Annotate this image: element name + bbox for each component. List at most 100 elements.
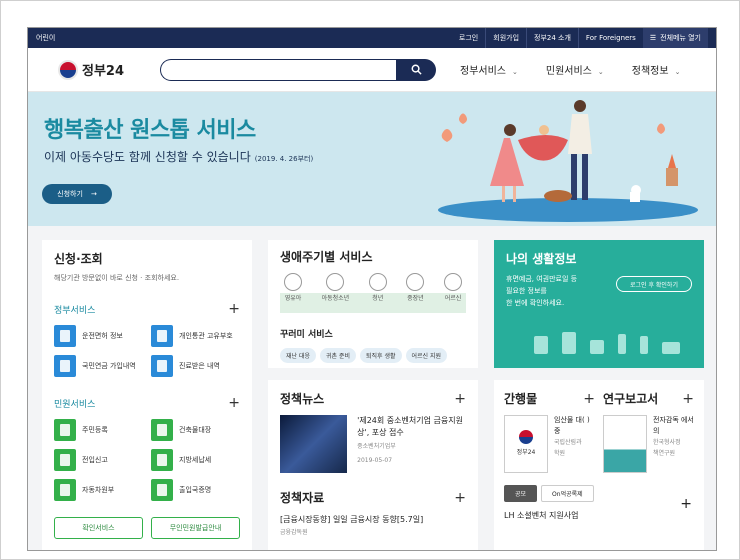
all-menu-button[interactable]: ☰ 전체메뉴 열기 bbox=[642, 28, 708, 48]
life-info-icons bbox=[534, 332, 680, 354]
car-icon bbox=[54, 325, 76, 347]
kids-link[interactable]: 어린이 bbox=[36, 33, 55, 43]
tab-contest[interactable]: 공모 bbox=[504, 485, 538, 502]
passport-icon bbox=[151, 479, 173, 501]
search-button[interactable] bbox=[396, 58, 436, 81]
id-card-icon bbox=[151, 325, 173, 347]
login-link[interactable]: 로그인 bbox=[452, 28, 485, 48]
banner-date: (2019. 4. 26부터) bbox=[254, 155, 314, 163]
news-date: 2019-05-07 bbox=[357, 457, 393, 464]
publications-panel: 간행물 + 정부24 임산물 대( )중 국립산림과 학원 연구보고서 + 전자감독 에… bbox=[494, 380, 704, 550]
civil-item-move-in[interactable]: 전입신고 bbox=[54, 449, 143, 471]
document-icon bbox=[562, 332, 576, 354]
civil-services-title: 민원서비스 bbox=[54, 399, 96, 410]
news-title: 정책뉴스 bbox=[280, 392, 325, 406]
stage-senior[interactable]: 어르신 bbox=[443, 273, 462, 313]
middle-age-icon bbox=[406, 273, 425, 291]
chip-disaster[interactable]: 재난 대응 bbox=[280, 348, 316, 363]
young-adult-icon bbox=[368, 273, 387, 291]
foreigners-link[interactable]: For Foreigners bbox=[577, 28, 643, 48]
signup-link[interactable]: 회원가입 bbox=[485, 28, 526, 48]
gov-item-customs[interactable]: 개인통관 고유부호 bbox=[151, 325, 240, 347]
window-frame: 어린이 로그인 회원가입 정부24 소개 For Foreigners ☰ 전체… bbox=[0, 0, 740, 560]
document-icon bbox=[54, 419, 76, 441]
bundle-chips: 재난 대응 귀촌 준비 퇴직후 생활 어르신 지원 bbox=[280, 348, 466, 363]
gov-item-medical[interactable]: 진료받은 내역 bbox=[151, 355, 240, 377]
plus-icon[interactable]: + bbox=[682, 391, 694, 407]
life-cycle-panel: 생애주기별 서비스 영유아 아동청소년 청년 중장년 어르신 꾸러미 서비스 재… bbox=[268, 240, 478, 368]
civil-item-vehicle[interactable]: 자동차원부 bbox=[54, 479, 143, 501]
news-item[interactable]: '제24회 중소벤처기업 금융지원상', 포상 접수 중소벤처기업부 2019-… bbox=[280, 415, 466, 473]
taegeuk-icon bbox=[519, 430, 533, 444]
policy-data-header: 정책자료 + bbox=[280, 489, 466, 506]
gov-services-title: 정부서비스 bbox=[54, 305, 96, 316]
life-cycle-title: 생애주기별 서비스 bbox=[280, 250, 373, 264]
stage-middle-age[interactable]: 중장년 bbox=[406, 273, 425, 313]
plus-icon[interactable]: + bbox=[680, 496, 692, 512]
life-stage-list: 영유아 아동청소년 청년 중장년 어르신 bbox=[280, 273, 466, 313]
stage-infant[interactable]: 영유아 bbox=[284, 273, 302, 313]
nav-civil-services[interactable]: 민원서비스 ⌄ bbox=[546, 62, 604, 77]
header: 정부24 정부서비스 ⌄ 민원서비스 ⌄ 정책정보 ⌄ bbox=[28, 48, 716, 92]
login-check-button[interactable]: 로그인 후 확인하기 bbox=[616, 276, 692, 292]
search-input[interactable] bbox=[160, 58, 396, 81]
infant-icon bbox=[284, 273, 302, 291]
menu-icon: ☰ bbox=[649, 34, 657, 42]
chip-senior[interactable]: 어르신 지원 bbox=[405, 348, 448, 363]
top-utility-bar: 어린이 로그인 회원가입 정부24 소개 For Foreigners ☰ 전체… bbox=[28, 28, 716, 48]
plus-icon[interactable]: + bbox=[454, 391, 466, 407]
civil-item-resident[interactable]: 주민등록 bbox=[54, 419, 143, 441]
nav-gov-services[interactable]: 정부서비스 ⌄ bbox=[460, 62, 518, 77]
civil-item-local-tax[interactable]: 지방세납세 bbox=[151, 449, 240, 471]
plus-icon[interactable]: + bbox=[583, 391, 595, 407]
news-header: 정책뉴스 + bbox=[280, 390, 466, 407]
verify-service-button[interactable]: 확인서비스 bbox=[54, 517, 143, 539]
main-nav: 정부서비스 ⌄ 민원서비스 ⌄ 정책정보 ⌄ bbox=[460, 62, 680, 77]
bundle-title: 꾸러미 서비스 bbox=[280, 330, 333, 340]
research-cover bbox=[603, 415, 647, 473]
plus-icon[interactable]: + bbox=[228, 395, 240, 411]
logo[interactable]: 정부24 bbox=[58, 59, 158, 80]
civil-item-building[interactable]: 건축물대장 bbox=[151, 419, 240, 441]
gov-services-header: 정부서비스 + bbox=[54, 301, 240, 317]
gov-item-pension[interactable]: 국민연금 가입내역 bbox=[54, 355, 143, 377]
tab-online[interactable]: On억공록제 bbox=[541, 485, 594, 502]
plus-icon[interactable]: + bbox=[454, 490, 466, 506]
receipt-icon bbox=[151, 449, 173, 471]
policy-news-panel: 정책뉴스 + '제24회 중소벤처기업 금융지원상', 포상 접수 중소벤처기업… bbox=[268, 380, 478, 550]
hero-banner[interactable]: 행복출산 원스톱 서비스 이제 아동수당도 함께 신청할 수 있습니다 (2019… bbox=[28, 92, 716, 226]
stage-young-adult[interactable]: 청년 bbox=[368, 273, 387, 313]
apply-button[interactable]: 신청하기 → bbox=[42, 184, 112, 204]
chip-rural[interactable]: 귀촌 준비 bbox=[320, 348, 356, 363]
civil-services-header: 민원서비스 + bbox=[54, 395, 240, 411]
my-life-title: 나의 생활정보 bbox=[506, 252, 577, 266]
policy-data-org: 금융감독원 bbox=[280, 529, 308, 536]
plus-icon[interactable]: + bbox=[228, 301, 240, 317]
apply-lookup-panel: 신청·조회 해당기관 방문없이 바로 신청 · 조회하세요. 정부서비스 + 운… bbox=[42, 240, 252, 550]
civil-item-immigration[interactable]: 출입국증명 bbox=[151, 479, 240, 501]
house-icon bbox=[54, 449, 76, 471]
publications-col: 간행물 + 정부24 임산물 대( )중 국립산림과 학원 bbox=[504, 390, 595, 473]
nav-policy-info[interactable]: 정책정보 ⌄ bbox=[632, 62, 681, 77]
bankbook-icon bbox=[534, 336, 548, 354]
publications-cols: 간행물 + 정부24 임산물 대( )중 국립산림과 학원 연구보고서 + 전자감독 에… bbox=[504, 390, 694, 473]
publication-item[interactable]: 정부24 임산물 대( )중 국립산림과 학원 bbox=[504, 415, 595, 473]
chip-retire[interactable]: 퇴직후 생활 bbox=[360, 348, 402, 363]
stage-youth[interactable]: 아동청소년 bbox=[322, 273, 349, 313]
document-icon bbox=[54, 355, 76, 377]
kiosk-guide-button[interactable]: 무인민원발급안내 bbox=[151, 517, 240, 539]
gov-item-license[interactable]: 운전면허 정보 bbox=[54, 325, 143, 347]
senior-icon bbox=[443, 273, 462, 291]
taegeuk-icon bbox=[58, 59, 78, 80]
battery-icon bbox=[618, 334, 626, 354]
panel-desc: 해당기관 방문없이 바로 신청 · 조회하세요. bbox=[54, 274, 180, 282]
contest-item[interactable]: LH 소셜벤처 지원사업 bbox=[504, 510, 694, 521]
search-doc-icon bbox=[151, 355, 173, 377]
policy-data-item[interactable]: [금융시장동향] 일일 금융시장 동향[5.7일] 금융감독원 bbox=[280, 514, 466, 536]
traffic-light-icon bbox=[640, 336, 648, 354]
youth-icon bbox=[326, 273, 345, 291]
about-link[interactable]: 정부24 소개 bbox=[526, 28, 578, 48]
news-org: 중소벤처기업부 bbox=[357, 443, 396, 450]
vehicle-doc-icon bbox=[54, 479, 76, 501]
research-item[interactable]: 전자감독 에서의 한국형사정 책연구원 bbox=[603, 415, 694, 473]
